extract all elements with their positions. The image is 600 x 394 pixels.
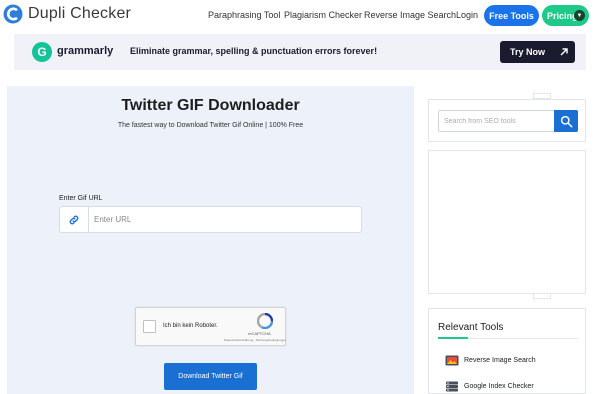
tool-label: Reverse Image Search [464,357,536,364]
seo-tools-search-input[interactable] [438,110,554,132]
grammarly-ad-banner[interactable]: G grammarly Eliminate grammar, spelling … [14,34,586,70]
url-label: Enter Gif URL [59,195,103,202]
nav-login[interactable]: Login [456,10,478,20]
try-now-button[interactable]: Try Now [500,41,575,63]
search-icon [560,115,573,128]
download-button[interactable]: Download Twitter Gif [164,363,257,390]
image-search-icon [445,355,459,366]
top-nav: Dupli Checker Paraphrasing Tool Plagiari… [0,0,600,30]
arrow-up-right-icon [557,45,571,59]
nav-plagiarism-checker[interactable]: Plagiarism Checker [284,10,362,20]
captcha-label: Ich bin kein Roboter. [163,323,218,329]
captcha-brand: reCAPTCHA [248,331,271,336]
free-tools-button[interactable]: Free Tools [484,5,539,26]
recaptcha-icon [257,313,273,329]
ad-brand: grammarly [57,45,114,57]
tool-panel: Twitter GIF Downloader The fastest way t… [7,86,414,394]
sidebar-ad-slot [428,150,586,294]
dupli-checker-logo-icon [3,4,23,24]
pricing-button[interactable]: Pricing ▼ [542,5,589,26]
relevant-tools-title: Relevant Tools [438,322,504,333]
page-subtitle: The fastest way to Download Twitter Gif … [117,122,304,129]
sidebar-tab-decoration-2 [533,293,551,299]
search-button[interactable] [554,110,578,132]
tool-label: Google Index Checker [464,383,534,390]
pricing-label: Pricing [547,10,578,21]
captcha-checkbox[interactable] [143,320,156,333]
logo[interactable]: Dupli Checker [3,4,131,24]
url-input[interactable] [94,212,354,227]
nav-reverse-image-search[interactable]: Reverse Image Search [364,10,456,20]
google-index-icon [445,381,459,392]
brand-name: Dupli Checker [28,5,132,22]
tool-item-google-index-checker[interactable]: Google Index Checker [445,381,534,392]
relevant-tools-panel: Relevant Tools Reverse Image Search Goog… [428,308,586,394]
page-title: Twitter GIF Downloader [121,97,300,114]
sidebar-search-panel [428,99,586,142]
recaptcha-widget: Ich bin kein Roboter. reCAPTCHA Datensch… [135,307,286,346]
link-icon [60,207,89,232]
divider-accent [438,337,468,339]
try-now-label: Try Now [510,47,546,57]
nav-paraphrasing-tool[interactable]: Paraphrasing Tool [208,10,280,20]
captcha-terms[interactable]: Datenschutzerklärung - Nutzungsbedingung… [224,338,286,342]
tool-item-reverse-image-search[interactable]: Reverse Image Search [445,355,536,366]
url-field[interactable] [59,206,362,233]
ad-tagline: Eliminate grammar, spelling & punctuatio… [130,46,378,56]
chevron-down-icon: ▼ [574,10,585,21]
grammarly-logo-icon: G [32,42,52,62]
